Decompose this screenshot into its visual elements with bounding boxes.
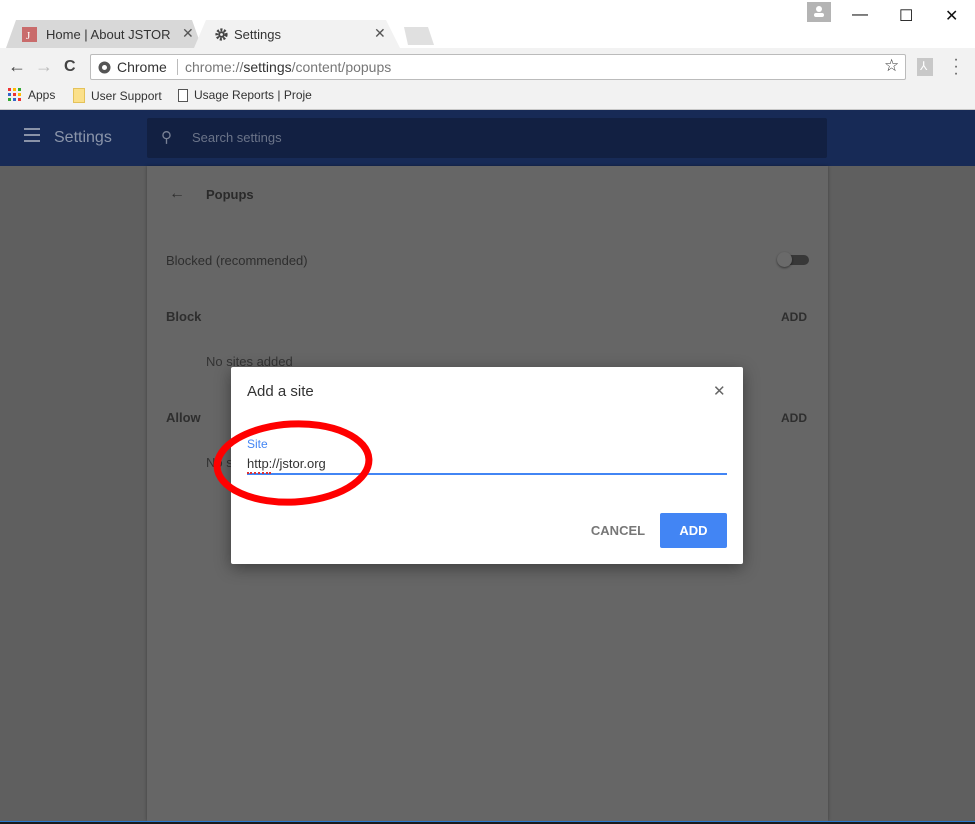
address-bar[interactable]: Chrome chrome://settings/content/popups …: [90, 54, 906, 80]
person-icon: [814, 6, 824, 17]
site-input[interactable]: [247, 453, 727, 475]
browser-toolbar: ← → C Chrome chrome://settings/content/p…: [0, 48, 975, 110]
search-settings-input[interactable]: ⚲ Search settings: [147, 118, 827, 158]
jstor-favicon: J: [22, 27, 37, 42]
tab-settings[interactable]: Settings ✕: [194, 20, 400, 48]
url-path: /content/popups: [291, 59, 392, 75]
svg-text:J: J: [26, 30, 31, 42]
back-arrow-icon[interactable]: ←: [169, 185, 185, 203]
bookmark-star-icon[interactable]: ☆: [884, 56, 899, 76]
forward-button[interactable]: →: [35, 56, 53, 77]
allow-add-button[interactable]: ADD: [781, 411, 807, 425]
bookmarks-bar: Apps User Support Usage Reports | Proje: [0, 86, 975, 108]
new-tab-button[interactable]: [404, 27, 434, 45]
bookmark-label: Apps: [28, 88, 56, 102]
bookmark-user-support[interactable]: User Support: [73, 88, 162, 103]
security-chip: Chrome: [117, 59, 167, 75]
page-title: Popups: [206, 187, 254, 202]
spellcheck-underline: [247, 471, 271, 474]
reload-button[interactable]: C: [64, 58, 76, 76]
block-add-button[interactable]: ADD: [781, 310, 807, 324]
settings-header: Settings ⚲ Search settings: [0, 110, 975, 166]
gear-icon: [215, 28, 228, 41]
dialog-title: Add a site: [247, 383, 314, 400]
bookmark-usage-reports[interactable]: Usage Reports | Proje: [178, 88, 312, 102]
cancel-button[interactable]: CANCEL: [583, 513, 653, 547]
tab-title: Settings: [234, 27, 281, 42]
tab-close-icon[interactable]: ✕: [182, 25, 194, 42]
pdf-extension-icon[interactable]: ⅄: [917, 58, 933, 76]
chrome-icon: [98, 61, 111, 74]
url-host: settings: [243, 59, 292, 75]
blocked-toggle-label: Blocked (recommended): [166, 253, 308, 268]
blocked-toggle[interactable]: [777, 252, 809, 267]
search-placeholder: Search settings: [192, 130, 282, 145]
tab-title: Home | About JSTOR: [46, 27, 171, 42]
allow-section-title: Allow: [166, 410, 201, 425]
close-icon[interactable]: ✕: [713, 382, 726, 400]
back-button[interactable]: ←: [8, 56, 26, 77]
add-button[interactable]: ADD: [660, 513, 727, 548]
url-text[interactable]: chrome://settings/content/popups: [185, 59, 391, 75]
minimize-button[interactable]: —: [852, 6, 868, 24]
hamburger-menu-icon[interactable]: [24, 128, 40, 146]
search-icon: ⚲: [161, 129, 172, 146]
site-field-label: Site: [247, 437, 268, 451]
kebab-menu-icon[interactable]: · · ·: [953, 52, 959, 82]
title-bar: J Home | About JSTOR ✕ Settings ✕ — ☐ ✕: [0, 0, 975, 48]
toggle-knob: [777, 252, 792, 267]
profile-button[interactable]: [807, 2, 831, 22]
bookmark-apps[interactable]: Apps: [8, 88, 55, 102]
pdf-glyph: ⅄: [920, 59, 928, 73]
tab-close-icon[interactable]: ✕: [374, 25, 386, 42]
url-scheme: chrome://: [185, 59, 244, 75]
bookmark-label: User Support: [91, 88, 162, 103]
omnibox-divider: [177, 59, 178, 75]
folder-icon: [73, 88, 85, 103]
page-icon: [178, 88, 188, 102]
close-window-button[interactable]: ✕: [945, 6, 958, 26]
apps-grid-icon: [8, 88, 21, 101]
block-section-title: Block: [166, 309, 202, 324]
add-site-dialog: Add a site ✕ Site CANCEL ADD: [231, 367, 743, 564]
bookmark-label: Usage Reports | Proje: [194, 88, 312, 102]
tab-jstor[interactable]: J Home | About JSTOR ✕: [6, 20, 202, 48]
maximize-button[interactable]: ☐: [899, 6, 913, 26]
settings-title: Settings: [54, 129, 112, 146]
